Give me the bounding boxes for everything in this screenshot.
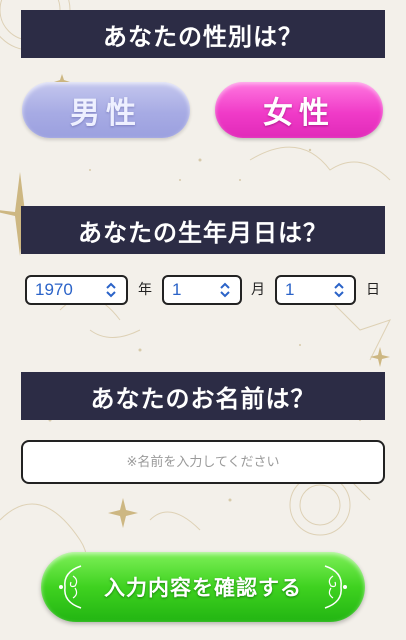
male-label: 男性 xyxy=(70,96,142,131)
gender-heading-banner: あなたの性別は？ xyxy=(21,10,385,58)
day-value: 1 xyxy=(285,280,295,299)
male-button[interactable]: 男性 xyxy=(22,82,190,138)
birthday-heading: あなたの生年月日は？ xyxy=(78,217,328,247)
day-unit: 日 xyxy=(366,282,380,298)
month-value: 1 xyxy=(172,280,182,299)
left-ornament-icon xyxy=(59,565,82,609)
updown-chevron-icon xyxy=(220,282,230,298)
year-value: 1970 xyxy=(35,280,73,299)
right-ornament-icon xyxy=(324,565,347,609)
female-button[interactable]: 女性 xyxy=(215,82,383,138)
female-label: 女性 xyxy=(263,96,335,131)
name-heading-banner: あなたのお名前は？ xyxy=(21,372,385,420)
month-select[interactable]: 1 xyxy=(162,275,242,305)
confirm-button[interactable]: 入力内容を確認する xyxy=(41,552,365,622)
updown-chevron-icon xyxy=(334,282,344,298)
day-select[interactable]: 1 xyxy=(275,275,356,305)
updown-chevron-icon xyxy=(106,282,116,298)
birthday-heading-banner: あなたの生年月日は？ xyxy=(21,206,385,254)
gender-heading: あなたの性別は？ xyxy=(103,21,303,51)
confirm-label: 入力内容を確認する xyxy=(104,575,302,600)
month-unit: 月 xyxy=(251,282,265,298)
year-unit: 年 xyxy=(138,282,152,298)
name-input[interactable] xyxy=(21,440,385,484)
name-heading: あなたのお名前は？ xyxy=(90,383,316,413)
year-select[interactable]: 1970 xyxy=(25,275,128,305)
